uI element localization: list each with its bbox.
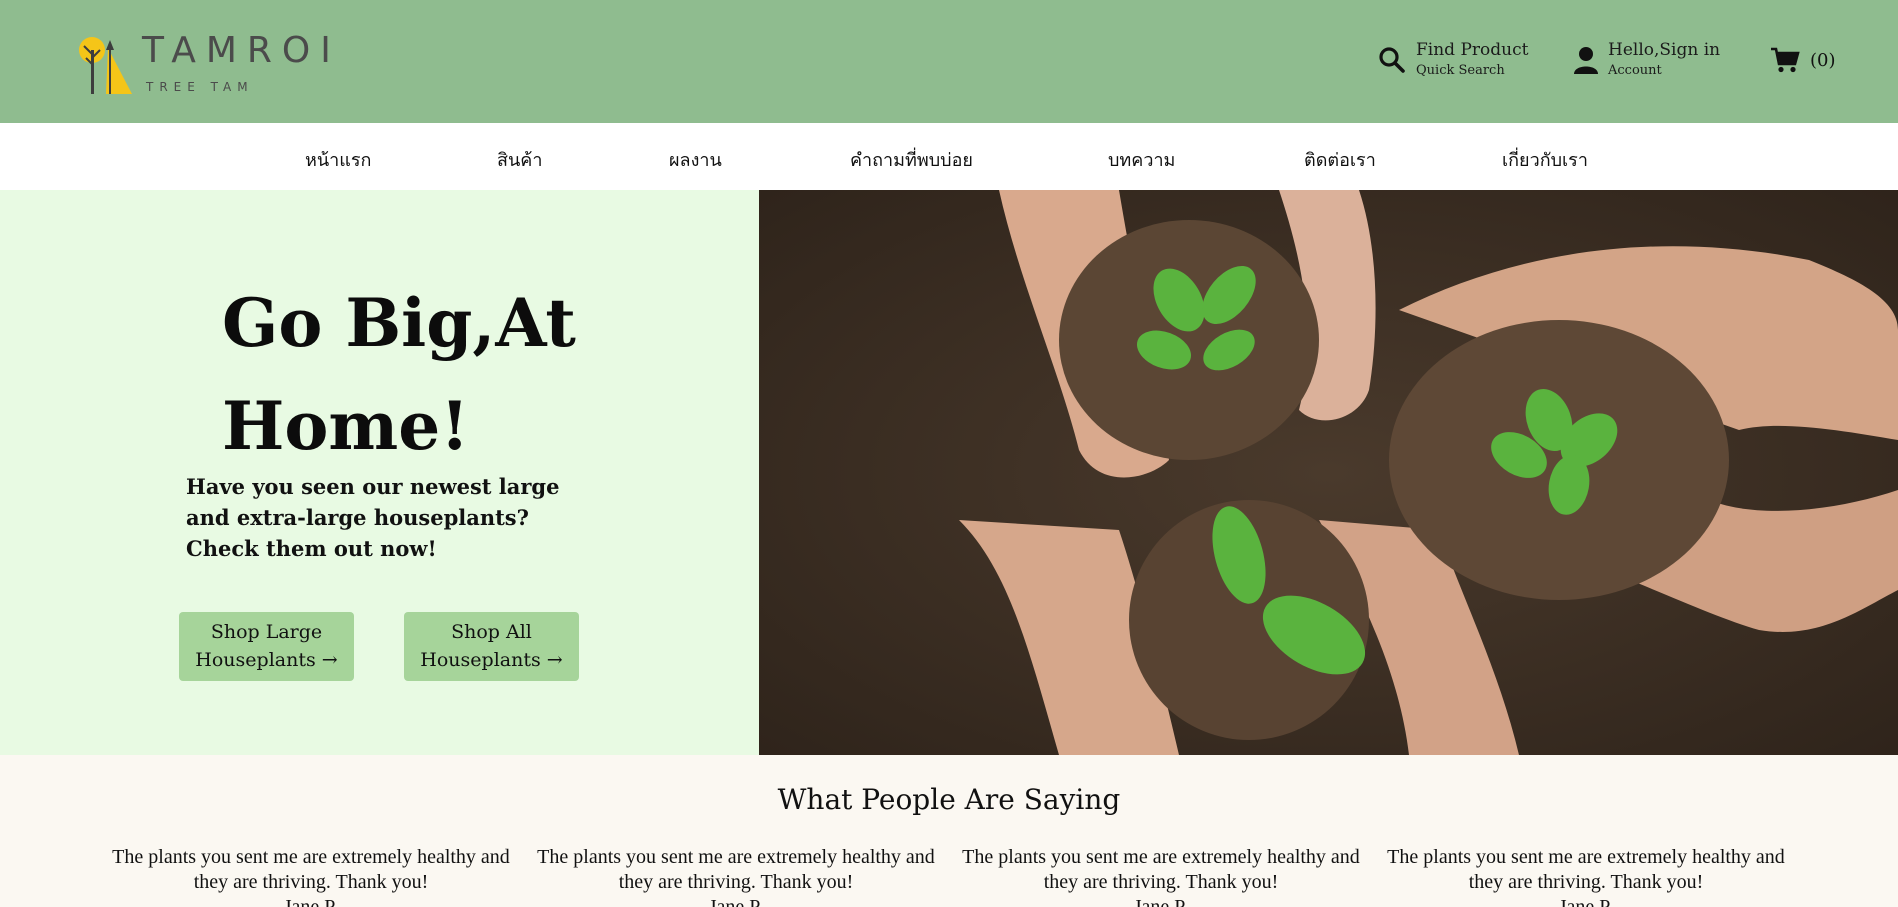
- shop-large-button[interactable]: Shop Large Houseplants →: [179, 612, 354, 681]
- find-product-title: Find Product: [1416, 40, 1529, 60]
- testimonial-author: Jane P.: [283, 896, 339, 907]
- tree-logo-icon: [79, 37, 132, 94]
- cart-icon: [1771, 47, 1800, 73]
- logo[interactable]: TAMROI TREE TAM: [78, 28, 331, 100]
- testimonial-card: The plants you sent me are extremely hea…: [111, 845, 511, 907]
- user-icon: [1574, 47, 1598, 74]
- nav-item-home[interactable]: หน้าแรก: [305, 145, 371, 174]
- account-subtitle: Account: [1608, 63, 1662, 78]
- nav-item-about[interactable]: เกี่ยวกับเรา: [1502, 145, 1588, 174]
- cart-link[interactable]: (0): [1770, 46, 1836, 74]
- testimonial-author: Jane P.: [1558, 896, 1614, 907]
- cart-count: (0): [1810, 49, 1836, 71]
- testimonial-quote: The plants you sent me are extremely hea…: [962, 846, 1360, 893]
- testimonial-card: The plants you sent me are extremely hea…: [961, 845, 1361, 907]
- nav-item-products[interactable]: สินค้า: [497, 145, 542, 174]
- logo-subtitle: TREE TAM: [146, 80, 254, 94]
- nav-item-faq[interactable]: คำถามที่พบบ่อย: [850, 145, 973, 174]
- testimonial-card: The plants you sent me are extremely hea…: [536, 845, 936, 907]
- search-icon: [1379, 47, 1405, 73]
- testimonial-author: Jane P.: [708, 896, 764, 907]
- testimonial-author: Jane P.: [1133, 896, 1189, 907]
- nav-item-contact[interactable]: ติดต่อเรา: [1304, 145, 1376, 174]
- logo-brand: TAMROI: [142, 30, 341, 71]
- shop-all-button[interactable]: Shop All Houseplants →: [404, 612, 579, 681]
- account-title: Hello,Sign in: [1608, 40, 1721, 60]
- main-nav: หน้าแรก สินค้า ผลงาน คำถามที่พบบ่อย บทคว…: [0, 123, 1898, 190]
- account-link[interactable]: Hello,Sign in Account: [1574, 42, 1720, 77]
- testimonial-quote: The plants you sent me are extremely hea…: [1387, 846, 1785, 893]
- nav-item-portfolio[interactable]: ผลงาน: [669, 145, 722, 174]
- testimonial-card: The plants you sent me are extremely hea…: [1386, 845, 1786, 907]
- testimonials-title: What People Are Saying: [777, 783, 1121, 816]
- header-bar: TAMROI TREE TAM Find Product Quick Searc…: [0, 0, 1898, 123]
- hero-title: Go Big,At Home!: [222, 284, 576, 465]
- testimonial-quote: The plants you sent me are extremely hea…: [537, 846, 935, 893]
- find-product-subtitle: Quick Search: [1416, 63, 1505, 78]
- nav-item-articles[interactable]: บทความ: [1108, 145, 1175, 174]
- hero-image: [759, 190, 1898, 755]
- find-product-link[interactable]: Find Product Quick Search: [1378, 42, 1528, 77]
- testimonial-quote: The plants you sent me are extremely hea…: [112, 846, 510, 893]
- hero-description: Have you seen our newest large and extra…: [186, 474, 560, 561]
